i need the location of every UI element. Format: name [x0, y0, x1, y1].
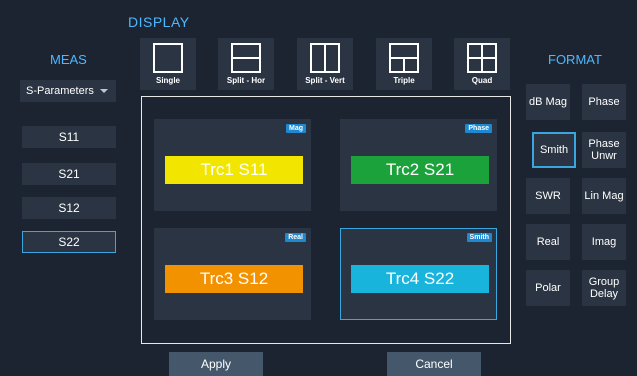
meas-button-s21[interactable]: S21 — [22, 163, 116, 185]
layout-split-vert-button[interactable]: Split - Vert — [297, 38, 353, 90]
cancel-label: Cancel — [415, 357, 453, 371]
format-button-label: Polar — [535, 282, 561, 294]
format-phase-unwr-button[interactable]: Phase Unwr — [582, 132, 626, 168]
display-config-dialog: DISPLAY Single Split - Hor Split - Vert … — [0, 0, 637, 376]
apply-button[interactable]: Apply — [169, 352, 263, 376]
format-button-label: Group Delay — [588, 276, 620, 300]
format-button-label: Lin Mag — [584, 190, 624, 202]
format-badge: Phase — [465, 124, 492, 133]
format-real-button[interactable]: Real — [526, 224, 570, 260]
format-imag-button[interactable]: Imag — [582, 224, 626, 260]
format-button-label: Phase Unwr — [588, 138, 620, 162]
format-button-label: Imag — [591, 236, 617, 248]
format-badge: Smith — [466, 233, 492, 242]
format-polar-button[interactable]: Polar — [526, 270, 570, 306]
format-db-mag-button[interactable]: dB Mag — [526, 84, 570, 120]
trace-panel-4[interactable]: Smith Trc4 S22 — [340, 228, 497, 320]
meas-button-label: S22 — [58, 235, 80, 249]
layout-quad-button[interactable]: Quad — [454, 38, 510, 90]
meas-section-title: MEAS — [50, 52, 87, 67]
format-button-label: Smith — [539, 144, 569, 156]
layout-label: Quad — [471, 76, 493, 85]
meas-button-s12[interactable]: S12 — [22, 197, 116, 219]
layout-label: Single — [155, 76, 180, 85]
layout-label: Triple — [393, 76, 415, 85]
trace-label-1: Trc1 S11 — [165, 156, 303, 184]
layout-label: Split - Hor — [226, 76, 266, 85]
format-phase-button[interactable]: Phase — [582, 84, 626, 120]
format-button-label: Phase — [588, 96, 620, 108]
meas-button-s11[interactable]: S11 — [22, 126, 116, 148]
format-group-delay-button[interactable]: Group Delay — [582, 270, 626, 306]
meas-button-label: S12 — [58, 201, 80, 215]
format-badge: Real — [285, 233, 306, 242]
trace-label-2: Trc2 S21 — [351, 156, 489, 184]
trace-label-3: Trc3 S12 — [165, 265, 303, 293]
format-lin-mag-button[interactable]: Lin Mag — [582, 178, 626, 214]
layout-triple-button[interactable]: Triple — [376, 38, 432, 90]
quad-layout-icon — [467, 43, 497, 73]
layout-single-button[interactable]: Single — [140, 38, 196, 90]
display-section-title: DISPLAY — [128, 14, 190, 30]
layout-split-hor-button[interactable]: Split - Hor — [218, 38, 274, 90]
parameter-type-value: S-Parameters — [26, 85, 94, 97]
chevron-down-icon — [99, 89, 108, 93]
meas-button-s22[interactable]: S22 — [22, 231, 116, 253]
triple-layout-icon — [389, 43, 419, 73]
format-badge: Mag — [286, 124, 306, 133]
single-layout-icon — [153, 43, 183, 73]
split-horizontal-layout-icon — [231, 43, 261, 73]
format-section-title: FORMAT — [548, 52, 602, 67]
format-swr-button[interactable]: SWR — [526, 178, 570, 214]
trace-panel-3[interactable]: Real Trc3 S12 — [154, 228, 311, 320]
layout-label: Split - Vert — [305, 76, 345, 85]
parameter-type-select[interactable]: S-Parameters — [20, 80, 116, 102]
apply-label: Apply — [200, 357, 232, 371]
trace-layout-area: Mag Trc1 S11 Phase Trc2 S21 Real Trc3 S1… — [141, 96, 511, 344]
trace-label-4: Trc4 S22 — [351, 265, 489, 293]
cancel-button[interactable]: Cancel — [387, 352, 481, 376]
trace-panel-1[interactable]: Mag Trc1 S11 — [154, 119, 311, 211]
format-button-label: dB Mag — [529, 96, 567, 108]
split-vertical-layout-icon — [310, 43, 340, 73]
format-button-label: Real — [536, 236, 560, 248]
meas-button-label: S11 — [58, 130, 80, 144]
format-button-label: SWR — [535, 190, 561, 202]
trace-panel-2[interactable]: Phase Trc2 S21 — [340, 119, 497, 211]
format-smith-button[interactable]: Smith — [532, 132, 576, 168]
meas-button-label: S21 — [58, 167, 80, 181]
